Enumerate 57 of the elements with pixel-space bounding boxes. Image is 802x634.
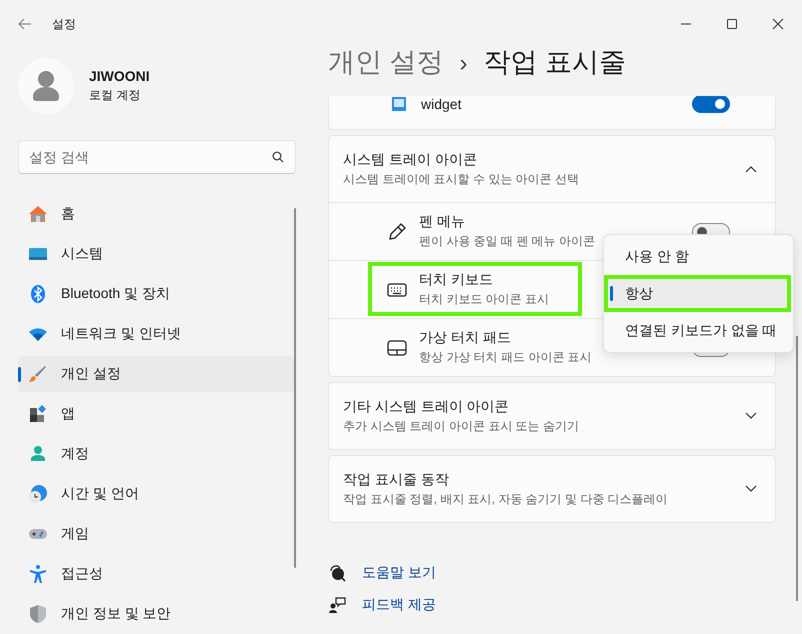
pen-icon — [387, 222, 407, 242]
feedback-icon — [328, 596, 346, 614]
back-icon[interactable] — [18, 18, 32, 30]
row-subtitle: 터치 키보드 아이콘 표시 — [419, 291, 550, 308]
home-icon — [28, 204, 48, 224]
touchpad-icon — [387, 338, 407, 358]
nav-item[interactable]: 앱 — [18, 396, 294, 432]
apps-icon — [28, 404, 48, 424]
help-icon — [328, 564, 346, 582]
nav-item[interactable]: 계정 — [18, 436, 294, 472]
bluetooth-icon — [28, 284, 48, 304]
search-icon[interactable] — [272, 151, 284, 163]
row-subtitle: 펜이 사용 중일 때 펜 메뉴 아이콘 — [419, 233, 596, 250]
maximize-icon[interactable] — [726, 18, 738, 30]
page-title: 작업 표시줄 — [484, 46, 626, 79]
chevron-icon[interactable] — [745, 485, 757, 493]
help-link[interactable]: 피드백 제공 — [362, 596, 436, 614]
row-title: widget — [421, 96, 462, 112]
nav-item[interactable]: Bluetooth 및 장치 — [18, 276, 294, 312]
toggle-switch[interactable] — [692, 96, 730, 113]
globe-clock-icon — [28, 484, 48, 504]
nav-item[interactable]: 네트워크 및 인터넷 — [18, 316, 294, 352]
section-subtitle: 추가 시스템 트레이 아이콘 표시 또는 숨기기 — [343, 418, 580, 434]
row-title: 가상 터치 패드 — [419, 329, 511, 347]
avatar-icon — [18, 58, 74, 114]
menu-option[interactable]: 연결된 키보드가 없을 때 — [608, 313, 789, 348]
person-icon — [28, 444, 48, 464]
nav-item[interactable]: 홈 — [18, 196, 294, 232]
window-title: 설정 — [52, 16, 76, 32]
widget-icon — [391, 96, 407, 112]
menu-option[interactable]: 사용 안 함 — [608, 239, 789, 274]
help-link[interactable]: 도움말 보기 — [362, 564, 436, 582]
section-title: 시스템 트레이 아이콘 — [343, 150, 477, 168]
account-type: 로컬 계정 — [89, 87, 142, 104]
nav-item[interactable]: 시스템 — [18, 236, 294, 272]
section-title: 작업 표시줄 동작 — [343, 470, 449, 488]
brush-icon — [28, 364, 48, 384]
close-icon[interactable] — [772, 18, 784, 30]
row-subtitle: 항상 가상 터치 패드 아이콘 표시 — [419, 349, 592, 366]
accessibility-icon — [28, 564, 48, 584]
user-name: JIWOONI — [89, 68, 150, 84]
shield-icon — [28, 604, 48, 624]
nav-item[interactable]: 시간 및 언어 — [18, 476, 294, 512]
breadcrumb-parent[interactable]: 개인 설정 — [328, 44, 444, 80]
section-subtitle: 시스템 트레이에 표시할 수 있는 아이콘 선택 — [343, 170, 580, 188]
nav-item[interactable]: 개인 정보 및 보안 — [18, 596, 294, 632]
section-title: 기타 시스템 트레이 아이콘 — [343, 398, 509, 416]
chevron-icon[interactable] — [745, 412, 757, 420]
section-subtitle: 작업 표시줄 정렬, 배지 표시, 자동 숨기기 및 다중 디스플레이 — [343, 490, 668, 508]
nav-item[interactable]: 게임 — [18, 516, 294, 552]
breadcrumb-separator: › — [460, 50, 468, 78]
chevron-icon[interactable] — [745, 165, 757, 173]
row-title: 터치 키보드 — [419, 271, 493, 289]
row-title: 펜 메뉴 — [419, 213, 465, 231]
nav-item[interactable]: 접근성 — [18, 556, 294, 592]
nav-item[interactable]: 개인 설정 — [18, 356, 294, 392]
search-field[interactable]: 설정 검색 — [18, 140, 296, 174]
